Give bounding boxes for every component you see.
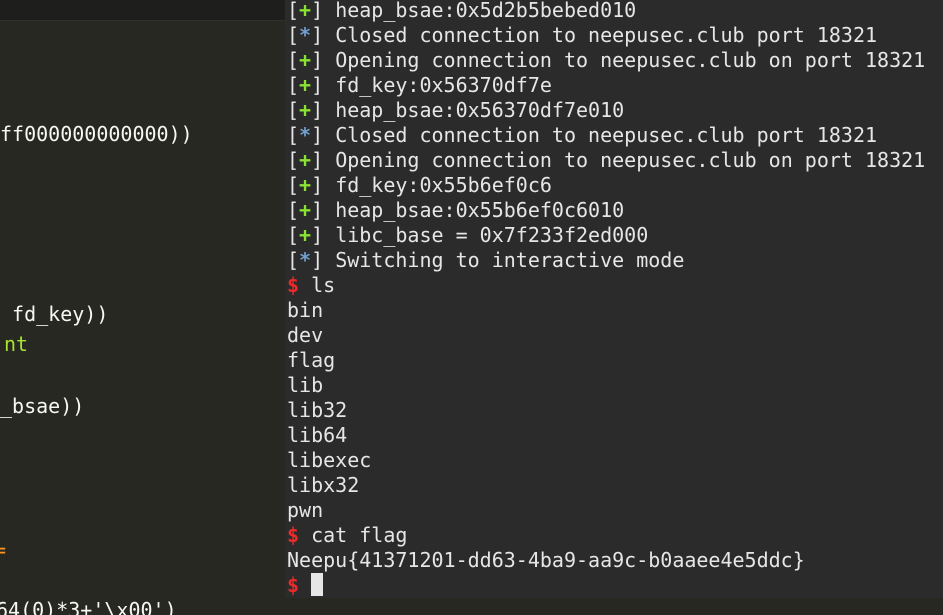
output-line: lib64 <box>287 423 347 448</box>
bracket: [ <box>287 223 300 247</box>
output-line: libx32 <box>287 473 359 498</box>
log-text: Switching to interactive mode <box>335 248 685 272</box>
command-line: $ <box>287 573 324 598</box>
log-text: heap_bsae:0x56370df7e010 <box>335 98 625 122</box>
log-line: [*] Closed connection to neepusec.club p… <box>287 23 877 48</box>
bracket: [ <box>287 23 300 47</box>
log-text: Opening connection to neepusec.club on p… <box>335 48 926 72</box>
success-marker: + <box>299 198 312 222</box>
log-text: heap_bsae:0x5d2b5bebed010 <box>335 0 637 22</box>
output-line: libexec <box>287 448 371 473</box>
output-line: flag <box>287 348 335 373</box>
bracket: ] <box>311 223 336 247</box>
bracket: ] <box>311 248 336 272</box>
output-line: lib32 <box>287 398 347 423</box>
command-text: cat flag <box>311 523 408 547</box>
shell-prompt: $ <box>287 573 300 597</box>
editor-tab-bar <box>0 0 290 21</box>
success-marker: + <box>299 98 312 122</box>
log-line: [+] heap_bsae:0x55b6ef0c6010 <box>287 198 624 223</box>
bracket: [ <box>287 0 300 22</box>
output-text: bin <box>287 298 324 322</box>
success-marker: + <box>299 223 312 247</box>
success-marker: + <box>299 48 312 72</box>
output-text: lib <box>287 373 324 397</box>
text-cursor[interactable] <box>311 573 324 596</box>
output-line: lib <box>287 373 323 398</box>
output-text: libx32 <box>287 473 360 497</box>
log-line: [+] heap_bsae:0x56370df7e010 <box>287 98 624 123</box>
bracket: ] <box>311 98 336 122</box>
log-line: [+] libc_base = 0x7f233f2ed000 <box>287 223 648 248</box>
shell-prompt: $ <box>287 273 300 297</box>
output-text: dev <box>287 323 324 347</box>
log-text: heap_bsae:0x55b6ef0c6010 <box>335 198 625 222</box>
log-line: [*] Switching to interactive mode <box>287 248 684 273</box>
log-text: Closed connection to neepusec.club port … <box>335 23 878 47</box>
bracket: [ <box>287 73 300 97</box>
output-text: flag <box>287 348 336 372</box>
success-marker: + <box>299 148 312 172</box>
status-marker: * <box>299 123 312 147</box>
bracket: ] <box>311 0 336 22</box>
log-line: [+] Opening connection to neepusec.club … <box>287 148 925 173</box>
log-line: [+] Opening connection to neepusec.club … <box>287 48 925 73</box>
output-line: pwn <box>287 498 323 523</box>
bracket: ] <box>311 48 336 72</box>
success-marker: + <box>299 73 312 97</box>
log-line: [+] fd_key:0x55b6ef0c6 <box>287 173 552 198</box>
shell-prompt: $ <box>287 523 300 547</box>
bracket: [ <box>287 248 300 272</box>
log-text: Opening connection to neepusec.club on p… <box>335 148 926 172</box>
log-line: [+] fd_key:0x56370df7e <box>287 73 552 98</box>
bracket: [ <box>287 98 300 122</box>
code-line: = <box>0 538 7 562</box>
bracket: ] <box>311 198 336 222</box>
log-line: [+] heap_bsae:0x5d2b5bebed010 <box>287 0 636 23</box>
bracket: ] <box>311 73 336 97</box>
terminal-window[interactable]: [+] heap_bsae:0x5d2b5bebed010 [*] Closed … <box>285 0 943 598</box>
bracket: [ <box>287 173 300 197</box>
success-marker: + <box>299 0 312 22</box>
log-text: libc_base = 0x7f233f2ed000 <box>335 223 649 247</box>
bracket: ] <box>311 148 336 172</box>
log-text: Closed connection to neepusec.club port … <box>335 123 878 147</box>
output-text: lib64 <box>287 423 348 447</box>
code-line: nt <box>4 332 29 356</box>
bracket: ] <box>311 173 336 197</box>
code-line: 64(0)*3+'\x00') <box>0 598 177 615</box>
code-line: ff000000000000)) <box>0 122 193 146</box>
code-editor-pane[interactable]: ff000000000000)) fd_key)) nt _bsae)) = 6… <box>0 0 290 615</box>
bracket: ] <box>311 123 336 147</box>
bracket: [ <box>287 198 300 222</box>
log-text: fd_key:0x55b6ef0c6 <box>335 173 552 197</box>
command-line: $ ls <box>287 273 335 298</box>
code-line: _bsae)) <box>0 394 85 418</box>
bracket: [ <box>287 148 300 172</box>
output-text: pwn <box>287 498 324 522</box>
output-line: dev <box>287 323 323 348</box>
bracket: ] <box>311 23 336 47</box>
log-line: [*] Closed connection to neepusec.club p… <box>287 123 877 148</box>
command-line: $ cat flag <box>287 523 407 548</box>
output-line: bin <box>287 298 323 323</box>
bracket: [ <box>287 48 300 72</box>
output-line: Neepu{41371201-dd63-4ba9-aa9c-b0aaee4e5d… <box>287 548 805 573</box>
status-marker: * <box>299 23 312 47</box>
log-text: fd_key:0x56370df7e <box>335 73 552 97</box>
output-text: libexec <box>287 448 372 472</box>
bracket: [ <box>287 123 300 147</box>
output-text: Neepu{41371201-dd63-4ba9-aa9c-b0aaee4e5d… <box>287 548 805 572</box>
success-marker: + <box>299 173 312 197</box>
output-text: lib32 <box>287 398 348 422</box>
code-line: fd_key)) <box>0 302 109 326</box>
status-marker: * <box>299 248 312 272</box>
command-text: ls <box>311 273 336 297</box>
